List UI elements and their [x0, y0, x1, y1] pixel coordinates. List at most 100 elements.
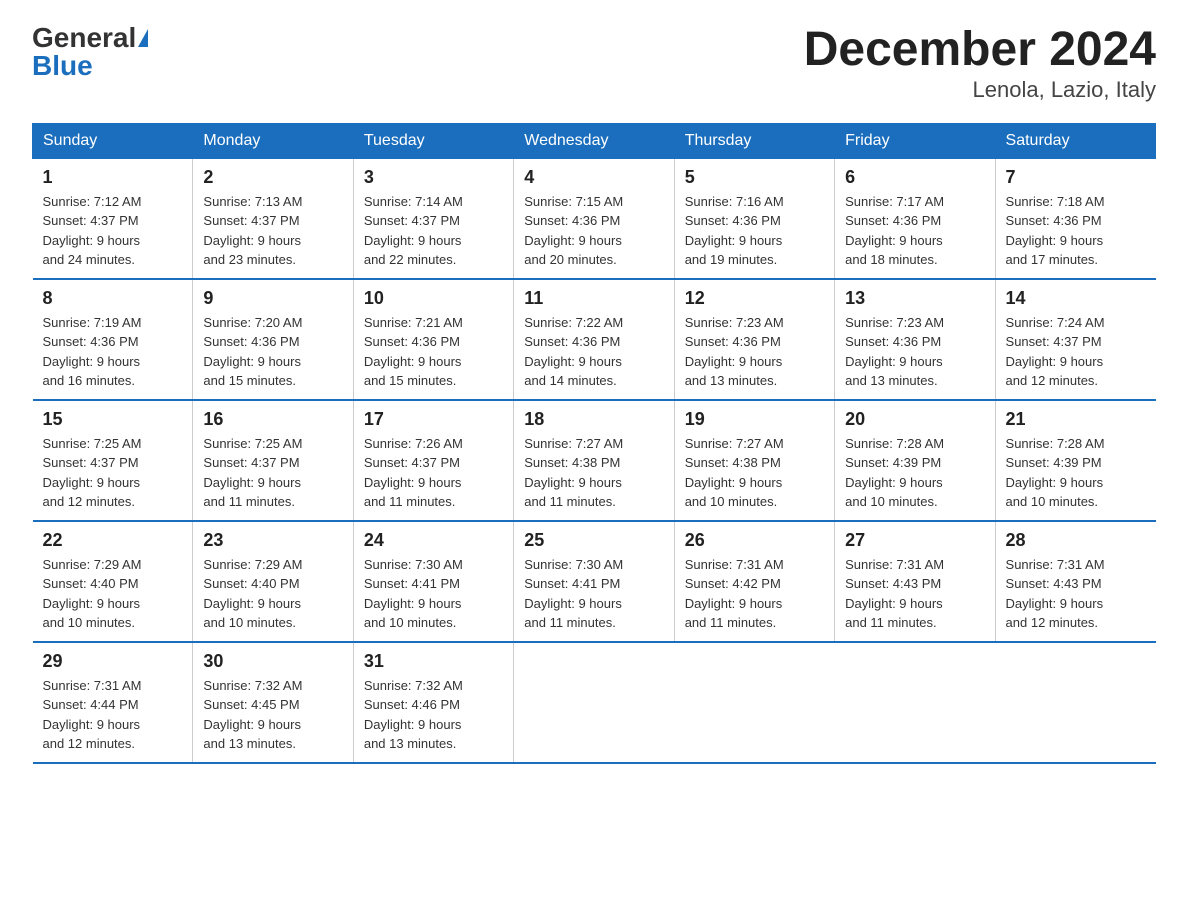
- calendar-header-row: SundayMondayTuesdayWednesdayThursdayFrid…: [33, 123, 1156, 158]
- calendar-cell: 25 Sunrise: 7:30 AM Sunset: 4:41 PM Dayl…: [514, 521, 674, 642]
- day-number: 18: [524, 409, 663, 430]
- day-number: 3: [364, 167, 503, 188]
- day-info: Sunrise: 7:21 AM Sunset: 4:36 PM Dayligh…: [364, 313, 503, 391]
- calendar-table: SundayMondayTuesdayWednesdayThursdayFrid…: [32, 123, 1156, 764]
- day-info: Sunrise: 7:24 AM Sunset: 4:37 PM Dayligh…: [1006, 313, 1146, 391]
- day-number: 9: [203, 288, 342, 309]
- calendar-cell: 30 Sunrise: 7:32 AM Sunset: 4:45 PM Dayl…: [193, 642, 353, 763]
- calendar-cell: 8 Sunrise: 7:19 AM Sunset: 4:36 PM Dayli…: [33, 279, 193, 400]
- calendar-cell: 9 Sunrise: 7:20 AM Sunset: 4:36 PM Dayli…: [193, 279, 353, 400]
- calendar-cell: [995, 642, 1155, 763]
- calendar-cell: [835, 642, 995, 763]
- day-info: Sunrise: 7:26 AM Sunset: 4:37 PM Dayligh…: [364, 434, 503, 512]
- calendar-cell: [674, 642, 834, 763]
- day-number: 21: [1006, 409, 1146, 430]
- calendar-cell: 11 Sunrise: 7:22 AM Sunset: 4:36 PM Dayl…: [514, 279, 674, 400]
- day-number: 23: [203, 530, 342, 551]
- header-sunday: Sunday: [33, 123, 193, 158]
- logo-blue-text: Blue: [32, 52, 93, 80]
- calendar-cell: 18 Sunrise: 7:27 AM Sunset: 4:38 PM Dayl…: [514, 400, 674, 521]
- calendar-cell: 13 Sunrise: 7:23 AM Sunset: 4:36 PM Dayl…: [835, 279, 995, 400]
- page-header: General Blue December 2024 Lenola, Lazio…: [32, 24, 1156, 103]
- day-number: 6: [845, 167, 984, 188]
- day-info: Sunrise: 7:28 AM Sunset: 4:39 PM Dayligh…: [845, 434, 984, 512]
- logo: General Blue: [32, 24, 148, 80]
- header-monday: Monday: [193, 123, 353, 158]
- day-info: Sunrise: 7:31 AM Sunset: 4:42 PM Dayligh…: [685, 555, 824, 633]
- day-info: Sunrise: 7:31 AM Sunset: 4:44 PM Dayligh…: [43, 676, 183, 754]
- calendar-cell: 3 Sunrise: 7:14 AM Sunset: 4:37 PM Dayli…: [353, 158, 513, 279]
- page-title: December 2024: [804, 24, 1156, 77]
- header-friday: Friday: [835, 123, 995, 158]
- calendar-cell: 15 Sunrise: 7:25 AM Sunset: 4:37 PM Dayl…: [33, 400, 193, 521]
- day-info: Sunrise: 7:18 AM Sunset: 4:36 PM Dayligh…: [1006, 192, 1146, 270]
- day-number: 30: [203, 651, 342, 672]
- day-info: Sunrise: 7:31 AM Sunset: 4:43 PM Dayligh…: [1006, 555, 1146, 633]
- day-info: Sunrise: 7:16 AM Sunset: 4:36 PM Dayligh…: [685, 192, 824, 270]
- header-wednesday: Wednesday: [514, 123, 674, 158]
- calendar-cell: 17 Sunrise: 7:26 AM Sunset: 4:37 PM Dayl…: [353, 400, 513, 521]
- day-info: Sunrise: 7:29 AM Sunset: 4:40 PM Dayligh…: [43, 555, 183, 633]
- calendar-cell: 14 Sunrise: 7:24 AM Sunset: 4:37 PM Dayl…: [995, 279, 1155, 400]
- calendar-cell: 16 Sunrise: 7:25 AM Sunset: 4:37 PM Dayl…: [193, 400, 353, 521]
- day-info: Sunrise: 7:28 AM Sunset: 4:39 PM Dayligh…: [1006, 434, 1146, 512]
- calendar-cell: 7 Sunrise: 7:18 AM Sunset: 4:36 PM Dayli…: [995, 158, 1155, 279]
- week-row-3: 15 Sunrise: 7:25 AM Sunset: 4:37 PM Dayl…: [33, 400, 1156, 521]
- day-number: 8: [43, 288, 183, 309]
- day-number: 11: [524, 288, 663, 309]
- day-info: Sunrise: 7:27 AM Sunset: 4:38 PM Dayligh…: [685, 434, 824, 512]
- calendar-cell: 12 Sunrise: 7:23 AM Sunset: 4:36 PM Dayl…: [674, 279, 834, 400]
- day-number: 25: [524, 530, 663, 551]
- title-block: December 2024 Lenola, Lazio, Italy: [804, 24, 1156, 103]
- day-info: Sunrise: 7:27 AM Sunset: 4:38 PM Dayligh…: [524, 434, 663, 512]
- day-info: Sunrise: 7:30 AM Sunset: 4:41 PM Dayligh…: [524, 555, 663, 633]
- day-number: 16: [203, 409, 342, 430]
- day-info: Sunrise: 7:12 AM Sunset: 4:37 PM Dayligh…: [43, 192, 183, 270]
- calendar-cell: 24 Sunrise: 7:30 AM Sunset: 4:41 PM Dayl…: [353, 521, 513, 642]
- week-row-5: 29 Sunrise: 7:31 AM Sunset: 4:44 PM Dayl…: [33, 642, 1156, 763]
- day-info: Sunrise: 7:14 AM Sunset: 4:37 PM Dayligh…: [364, 192, 503, 270]
- calendar-cell: 4 Sunrise: 7:15 AM Sunset: 4:36 PM Dayli…: [514, 158, 674, 279]
- day-number: 24: [364, 530, 503, 551]
- calendar-cell: 28 Sunrise: 7:31 AM Sunset: 4:43 PM Dayl…: [995, 521, 1155, 642]
- calendar-cell: 19 Sunrise: 7:27 AM Sunset: 4:38 PM Dayl…: [674, 400, 834, 521]
- calendar-cell: 5 Sunrise: 7:16 AM Sunset: 4:36 PM Dayli…: [674, 158, 834, 279]
- day-info: Sunrise: 7:31 AM Sunset: 4:43 PM Dayligh…: [845, 555, 984, 633]
- day-number: 19: [685, 409, 824, 430]
- calendar-cell: 10 Sunrise: 7:21 AM Sunset: 4:36 PM Dayl…: [353, 279, 513, 400]
- page-subtitle: Lenola, Lazio, Italy: [804, 77, 1156, 103]
- logo-general-text: General: [32, 24, 136, 52]
- day-number: 12: [685, 288, 824, 309]
- day-info: Sunrise: 7:29 AM Sunset: 4:40 PM Dayligh…: [203, 555, 342, 633]
- header-thursday: Thursday: [674, 123, 834, 158]
- day-number: 28: [1006, 530, 1146, 551]
- day-number: 27: [845, 530, 984, 551]
- day-info: Sunrise: 7:13 AM Sunset: 4:37 PM Dayligh…: [203, 192, 342, 270]
- day-info: Sunrise: 7:23 AM Sunset: 4:36 PM Dayligh…: [845, 313, 984, 391]
- day-info: Sunrise: 7:22 AM Sunset: 4:36 PM Dayligh…: [524, 313, 663, 391]
- day-number: 1: [43, 167, 183, 188]
- day-info: Sunrise: 7:25 AM Sunset: 4:37 PM Dayligh…: [203, 434, 342, 512]
- header-saturday: Saturday: [995, 123, 1155, 158]
- day-info: Sunrise: 7:19 AM Sunset: 4:36 PM Dayligh…: [43, 313, 183, 391]
- day-number: 2: [203, 167, 342, 188]
- calendar-cell: 26 Sunrise: 7:31 AM Sunset: 4:42 PM Dayl…: [674, 521, 834, 642]
- day-number: 14: [1006, 288, 1146, 309]
- day-info: Sunrise: 7:15 AM Sunset: 4:36 PM Dayligh…: [524, 192, 663, 270]
- calendar-cell: 2 Sunrise: 7:13 AM Sunset: 4:37 PM Dayli…: [193, 158, 353, 279]
- week-row-2: 8 Sunrise: 7:19 AM Sunset: 4:36 PM Dayli…: [33, 279, 1156, 400]
- day-info: Sunrise: 7:17 AM Sunset: 4:36 PM Dayligh…: [845, 192, 984, 270]
- calendar-cell: 1 Sunrise: 7:12 AM Sunset: 4:37 PM Dayli…: [33, 158, 193, 279]
- calendar-cell: 22 Sunrise: 7:29 AM Sunset: 4:40 PM Dayl…: [33, 521, 193, 642]
- day-number: 22: [43, 530, 183, 551]
- week-row-4: 22 Sunrise: 7:29 AM Sunset: 4:40 PM Dayl…: [33, 521, 1156, 642]
- day-info: Sunrise: 7:32 AM Sunset: 4:46 PM Dayligh…: [364, 676, 503, 754]
- day-number: 13: [845, 288, 984, 309]
- calendar-cell: 23 Sunrise: 7:29 AM Sunset: 4:40 PM Dayl…: [193, 521, 353, 642]
- calendar-cell: 20 Sunrise: 7:28 AM Sunset: 4:39 PM Dayl…: [835, 400, 995, 521]
- day-number: 10: [364, 288, 503, 309]
- day-info: Sunrise: 7:30 AM Sunset: 4:41 PM Dayligh…: [364, 555, 503, 633]
- day-info: Sunrise: 7:32 AM Sunset: 4:45 PM Dayligh…: [203, 676, 342, 754]
- day-number: 20: [845, 409, 984, 430]
- day-number: 5: [685, 167, 824, 188]
